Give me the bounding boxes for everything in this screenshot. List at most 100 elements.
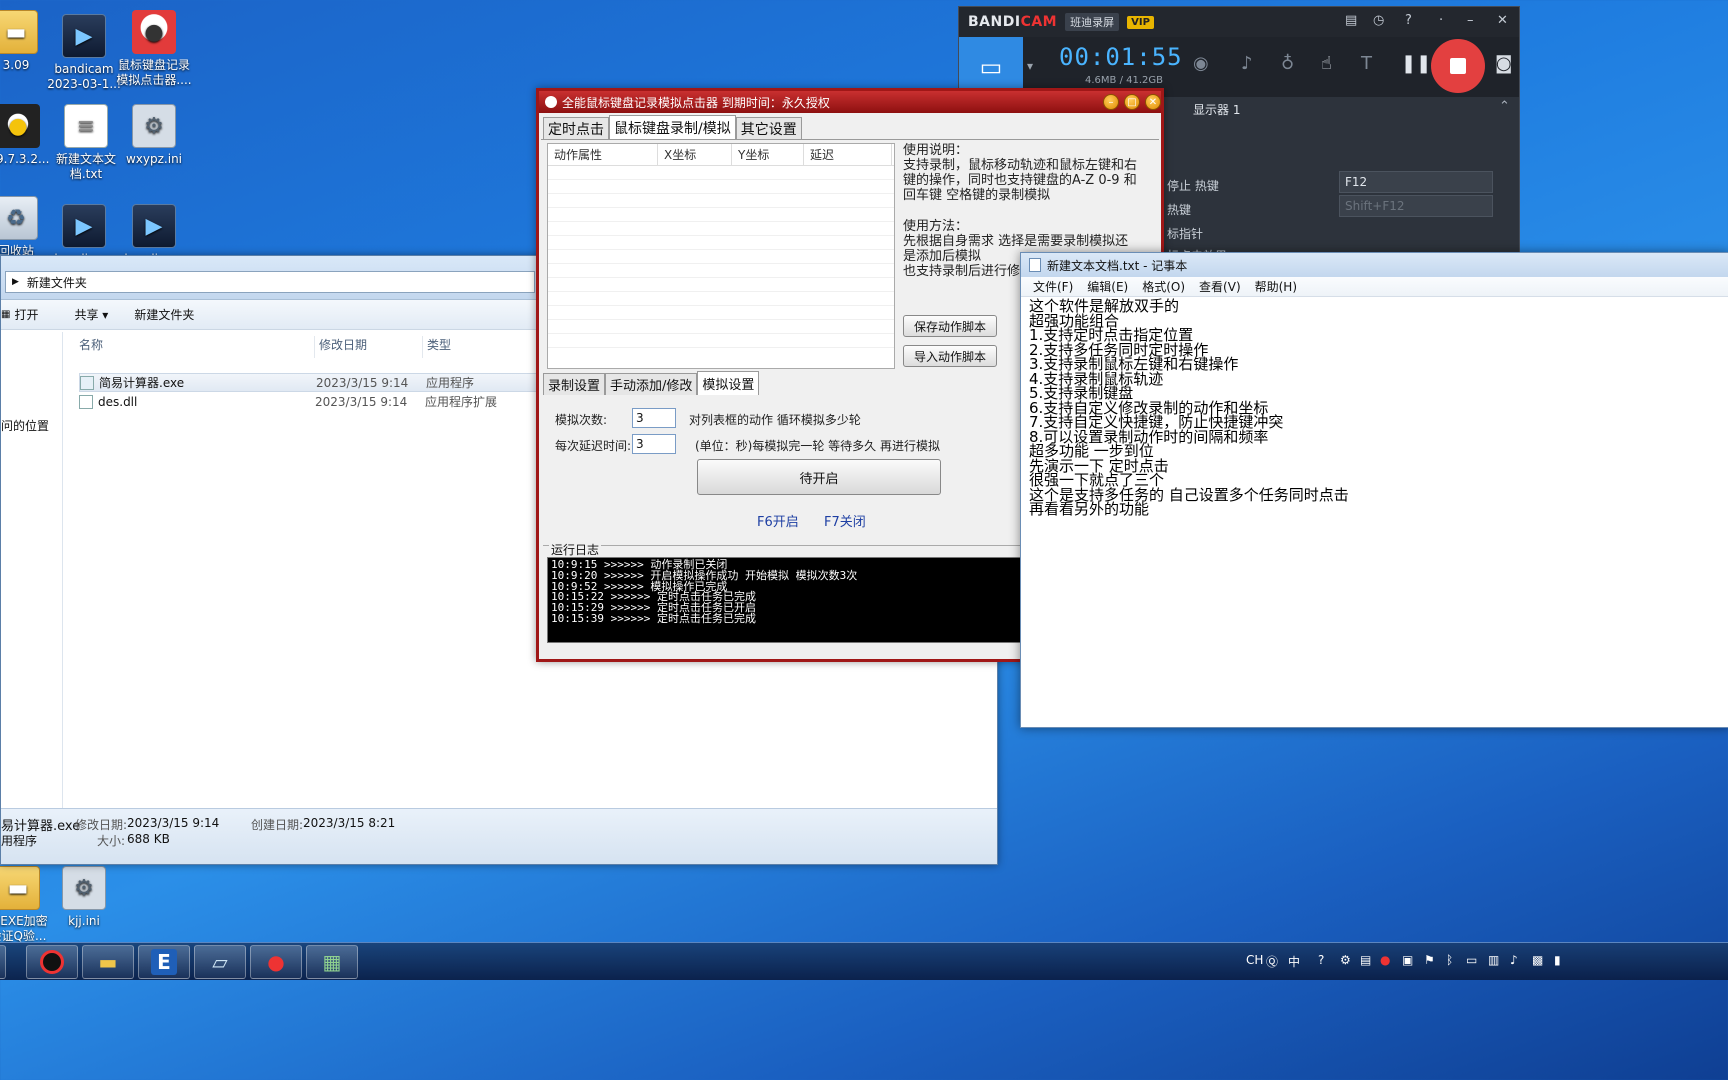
- column-action[interactable]: 动作属性: [548, 144, 658, 165]
- notepad-text-area[interactable]: 这个软件是解放双手的 超强功能组合 1.支持定时点击指定位置 2.支持多任务同时…: [1029, 299, 1709, 517]
- clock-icon[interactable]: ◷: [1373, 13, 1384, 28]
- column-x[interactable]: X坐标: [658, 144, 732, 165]
- column-delay[interactable]: 延迟: [804, 144, 892, 165]
- file-row[interactable]: 简易计算器.exe 2023/3/15 9:14 应用程序: [79, 373, 539, 392]
- tab-record-settings[interactable]: 录制设置: [543, 373, 606, 395]
- tray-app-icon[interactable]: ▣: [1402, 953, 1413, 967]
- tray-monitor-icon[interactable]: ▭: [1466, 953, 1477, 967]
- webcam-icon[interactable]: ◉: [1193, 53, 1209, 74]
- tray-misc-icon[interactable]: ▮: [1554, 953, 1561, 967]
- menu-edit[interactable]: 编辑(E): [1087, 278, 1128, 295]
- cursor-effect-icon[interactable]: ☝: [1321, 53, 1332, 74]
- menu-view[interactable]: 查看(V): [1199, 278, 1241, 295]
- tray-language[interactable]: CH: [1246, 953, 1263, 967]
- camera-icon[interactable]: ◙: [1495, 53, 1512, 74]
- column-name[interactable]: 名称: [71, 336, 315, 358]
- gear-icon: ⚙: [62, 866, 106, 910]
- file-row[interactable]: des.dll 2023/3/15 9:14 应用程序扩展: [79, 392, 539, 411]
- maximize-button[interactable]: □: [1124, 94, 1140, 110]
- qq-icon: ●: [0, 104, 40, 148]
- taskbar-bandicam[interactable]: [26, 945, 78, 979]
- taskbar-calculator[interactable]: ▦: [306, 945, 358, 979]
- open-button[interactable]: ▦ 打开: [1, 306, 38, 323]
- close-icon[interactable]: ✕: [1497, 13, 1508, 28]
- clicker-title-bar: 全能鼠标键盘记录模拟点击器 到期时间：永久授权: [539, 91, 1161, 113]
- minimize-icon[interactable]: –: [1467, 13, 1474, 28]
- tray-settings-icon[interactable]: ⚙: [1340, 953, 1351, 967]
- text-line: 这个软件是解放双手的: [1029, 297, 1180, 315]
- desktop-icon-exe-encrypt[interactable]: ▬ 息EXE加密 验证Q验...: [0, 866, 58, 944]
- tab-other-settings[interactable]: 其它设置: [735, 117, 802, 139]
- empty-row: [548, 208, 894, 222]
- menu-help[interactable]: 帮助(H): [1255, 278, 1297, 295]
- action-list[interactable]: 动作属性 X坐标 Y坐标 延迟: [547, 143, 895, 369]
- tab-simulate-settings[interactable]: 模拟设置: [697, 371, 760, 395]
- detail-created-label: 创建日期:: [251, 818, 304, 832]
- desktop-icon-ini-file[interactable]: ⚙ wxypz.ini: [114, 104, 194, 167]
- start-button[interactable]: ⊞: [0, 945, 6, 979]
- column-date[interactable]: 修改日期: [315, 336, 423, 358]
- desktop-icon-bandicam-video[interactable]: ▶ bandicam 2023-03-1...: [44, 14, 124, 92]
- save-script-button[interactable]: 保存动作脚本: [903, 315, 997, 337]
- taskbar-explorer[interactable]: ▬: [82, 945, 134, 979]
- stop-hotkey-field[interactable]: F12: [1339, 171, 1493, 193]
- empty-row: [548, 222, 894, 236]
- method-title: 使用方法：: [903, 219, 969, 234]
- chevron-down-icon[interactable]: ▾: [1027, 59, 1033, 73]
- import-script-button[interactable]: 导入动作脚本: [903, 345, 997, 367]
- desktop-icon-clicker-app[interactable]: ● 鼠标键盘记录 模拟点击器....: [114, 10, 194, 88]
- taskbar-clicker[interactable]: ●: [250, 945, 302, 979]
- bluetooth-icon[interactable]: ᛒ: [1446, 953, 1453, 967]
- network-icon[interactable]: ▥: [1488, 953, 1499, 967]
- desktop-icon-label: kjj.ini: [68, 914, 100, 928]
- action-list-header: 动作属性 X坐标 Y坐标 延迟: [548, 144, 894, 166]
- taskbar: ⊞ ▬ E ▱ ● ▦ CH Ⓠ 中 ? ⚙ ▤ ● ▣ ⚑ ᛒ ▭ ▥ ♪ ▩…: [0, 942, 1728, 980]
- tab-timed-click[interactable]: 定时点击: [543, 117, 609, 139]
- start-simulate-button[interactable]: 待开启: [697, 459, 941, 495]
- chevron-up-icon[interactable]: ⌃: [1499, 99, 1510, 114]
- pause-hotkey-field[interactable]: Shift+F12: [1339, 195, 1493, 217]
- share-button[interactable]: 共享 ▾: [74, 306, 108, 323]
- speaker-icon[interactable]: ♪: [1241, 53, 1253, 74]
- close-button[interactable]: ✕: [1145, 94, 1161, 110]
- sim-count-input[interactable]: 3: [632, 408, 676, 428]
- monitor-icon: ▭: [979, 53, 1003, 81]
- window-title: 全能鼠标键盘记录模拟点击器 到期时间：永久授权: [562, 95, 830, 110]
- tray-record-icon[interactable]: ●: [1380, 953, 1390, 967]
- desktop-icon-kjj-ini[interactable]: ⚙ kjj.ini: [54, 866, 114, 929]
- notepad-title: 新建文本文档.txt - 记事本: [1047, 258, 1188, 273]
- tray-help-icon[interactable]: ?: [1318, 953, 1324, 967]
- column-y[interactable]: Y坐标: [732, 144, 804, 165]
- volume-icon[interactable]: ♪: [1510, 953, 1518, 967]
- bandicam-settings-panel: 显示器 1 ⌃ 停止 热键 F12 热键 Shift+F12 标指针 标点击效果: [1159, 97, 1519, 275]
- tray-flag-icon[interactable]: ⚑: [1424, 953, 1435, 967]
- menu-format[interactable]: 格式(O): [1142, 278, 1185, 295]
- nav-item[interactable]: 问的位置: [1, 417, 49, 434]
- taskbar-e-app[interactable]: E: [138, 945, 190, 979]
- pause-icon[interactable]: ❚❚: [1401, 53, 1431, 74]
- taskbar-notepad[interactable]: ▱: [194, 945, 246, 979]
- f7-hotkey-label: F7关闭: [824, 515, 866, 530]
- tab-record-simulate[interactable]: 鼠标键盘录制/模拟: [609, 115, 736, 139]
- tray-color-icon[interactable]: ▩: [1532, 953, 1543, 967]
- address-box[interactable]: ▶ 新建文件夹: [5, 271, 535, 293]
- minimize-button[interactable]: –: [1103, 94, 1119, 110]
- exe-file-icon: [80, 375, 94, 390]
- help-icon[interactable]: ?: [1405, 13, 1412, 28]
- tray-q-icon[interactable]: Ⓠ: [1266, 953, 1278, 970]
- tab-manual-edit[interactable]: 手动添加/修改: [605, 373, 698, 395]
- tray-window-icon[interactable]: ▤: [1360, 953, 1371, 967]
- e-app-icon: E: [151, 949, 177, 975]
- vip-badge: VIP: [1127, 15, 1154, 29]
- text-icon[interactable]: T: [1361, 53, 1372, 74]
- menu-file[interactable]: 文件(F): [1033, 278, 1073, 295]
- new-folder-button[interactable]: 新建文件夹: [134, 306, 194, 323]
- folder-icon[interactable]: ▤: [1345, 13, 1357, 28]
- settings-dot-icon[interactable]: ·: [1439, 13, 1443, 28]
- detail-file-kind: 用程序: [1, 834, 38, 848]
- delay-input[interactable]: 3: [632, 434, 676, 454]
- tray-ime[interactable]: 中: [1288, 953, 1300, 970]
- column-type[interactable]: 类型: [423, 336, 533, 358]
- microphone-icon[interactable]: ♁: [1281, 53, 1294, 74]
- stop-record-button[interactable]: [1431, 39, 1485, 93]
